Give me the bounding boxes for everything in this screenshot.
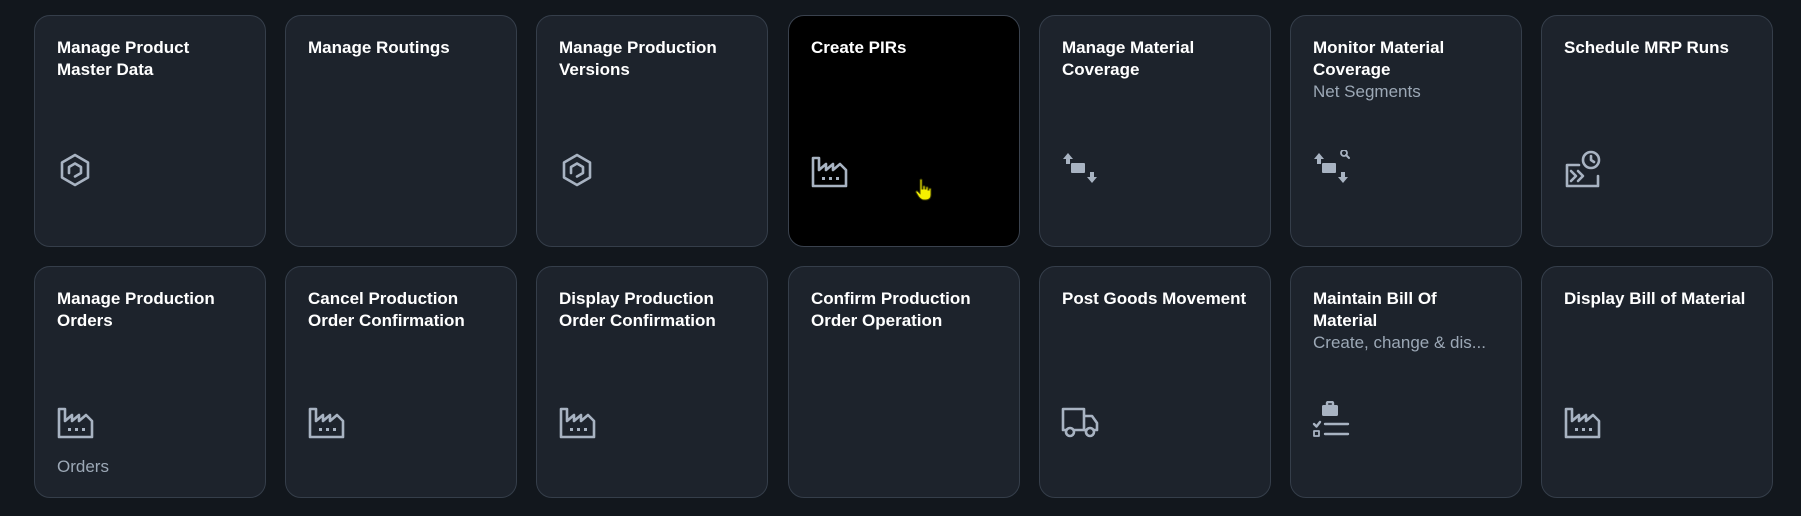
scheduled-run-icon <box>1562 150 1602 190</box>
product-icon <box>55 150 95 190</box>
tile-display-production-order-confirmation[interactable]: Display Production Order Confirmation <box>536 266 768 498</box>
tile-manage-production-versions[interactable]: Manage Production Versions <box>536 15 768 247</box>
tile-manage-routings[interactable]: Manage Routings <box>285 15 517 247</box>
tile-title: Manage Material Coverage <box>1062 38 1195 79</box>
tile-title: Manage Routings <box>308 38 450 57</box>
tile-maintain-bill-of-material[interactable]: Maintain Bill Of Material Create, change… <box>1290 266 1522 498</box>
tile-title: Manage Product Master Data <box>57 38 190 79</box>
tile-manage-material-coverage[interactable]: Manage Material Coverage <box>1039 15 1271 247</box>
material-flow-icon <box>1060 150 1100 190</box>
factory-icon <box>1562 401 1602 441</box>
tile-title: Post Goods Movement <box>1062 289 1247 308</box>
factory-icon <box>809 150 849 190</box>
truck-icon <box>1060 401 1100 441</box>
tile-display-bill-of-material[interactable]: Display Bill of Material <box>1541 266 1773 498</box>
tile-title: Cancel Production Order Confirmation <box>308 289 465 330</box>
tile-cancel-production-order-confirmation[interactable]: Cancel Production Order Confirmation <box>285 266 517 498</box>
tile-title: Display Production Order Confirmation <box>559 289 716 330</box>
factory-icon <box>306 401 346 441</box>
mouse-pointer-icon <box>914 178 934 202</box>
tile-manage-production-orders[interactable]: Manage Production Orders Orders <box>34 266 266 498</box>
tile-schedule-mrp-runs[interactable]: Schedule MRP Runs <box>1541 15 1773 247</box>
tile-title: Maintain Bill Of Material <box>1313 289 1437 330</box>
tile-create-pirs[interactable]: Create PIRs <box>788 15 1020 247</box>
tile-title: Schedule MRP Runs <box>1564 38 1729 57</box>
tile-title: Manage Production Versions <box>559 38 717 79</box>
product-icon <box>557 150 597 190</box>
tile-post-goods-movement[interactable]: Post Goods Movement <box>1039 266 1271 498</box>
tile-title: Display Bill of Material <box>1564 289 1746 308</box>
factory-icon <box>557 401 597 441</box>
tile-title: Manage Production Orders <box>57 289 215 330</box>
tile-grid: Manage Product Master Data Manage Routin… <box>0 0 1801 516</box>
tile-manage-product-master-data[interactable]: Manage Product Master Data <box>34 15 266 247</box>
tile-confirm-production-order-operation[interactable]: Confirm Production Order Operation <box>788 266 1020 498</box>
tile-title: Confirm Production Order Operation <box>811 289 971 330</box>
bill-of-material-icon <box>1311 401 1351 441</box>
tile-title: Monitor Material Coverage <box>1313 38 1445 79</box>
tile-footer: Orders <box>57 457 109 476</box>
tile-title: Create PIRs <box>811 38 907 57</box>
material-flow-search-icon <box>1311 150 1351 190</box>
tile-subtitle: Net Segments <box>1313 82 1421 101</box>
tile-subtitle: Create, change & dis... <box>1313 333 1486 352</box>
tile-monitor-material-coverage[interactable]: Monitor Material Coverage Net Segments <box>1290 15 1522 247</box>
factory-icon <box>55 401 95 441</box>
